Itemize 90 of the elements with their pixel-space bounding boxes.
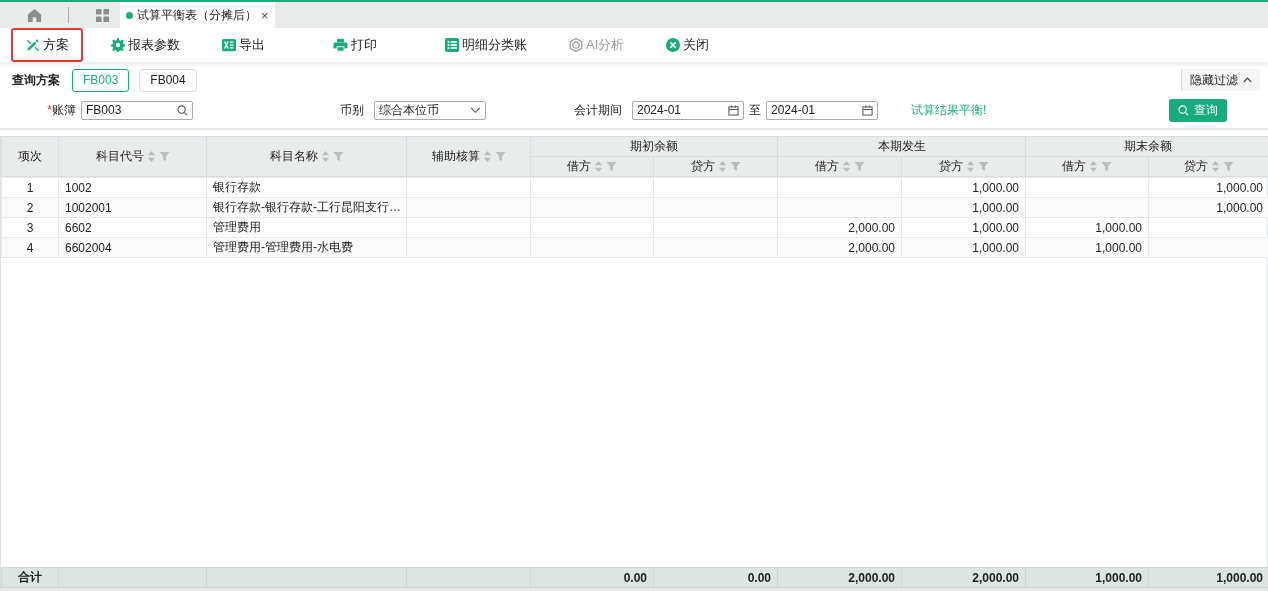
column-group-header: 期初余额 [530, 136, 778, 157]
chevron-down-icon [470, 106, 481, 114]
filter-icon[interactable] [606, 161, 617, 172]
table-cell: 1,000.00 [972, 200, 1019, 215]
search-icon [177, 104, 188, 116]
column-header[interactable]: 科目代号 [58, 136, 207, 177]
total-cell: 2,000.00 [848, 570, 895, 585]
table-cell: 2 [26, 200, 34, 215]
spreadsheet-icon [222, 38, 236, 52]
search-icon [1178, 104, 1189, 116]
hide-filter-button[interactable]: 隐藏过滤 [1181, 69, 1260, 91]
total-cell: 1,000.00 [1095, 570, 1142, 585]
table-cell: 1002 [65, 180, 92, 195]
calendar-icon [728, 104, 739, 116]
close-icon[interactable]: × [261, 7, 269, 23]
toolbar-button[interactable]: 打印 [319, 28, 391, 62]
column-group-header: 期末余额 [1025, 136, 1268, 157]
close-icon [666, 38, 681, 52]
list-icon [445, 38, 459, 52]
scheme-label: 查询方案 [12, 71, 60, 89]
toolbar-button[interactable]: 报表参数 [97, 28, 194, 62]
filter-icon[interactable] [729, 161, 741, 172]
column-header[interactable]: 辅助核算 [406, 136, 531, 177]
range-separator: 至 [749, 101, 761, 119]
sort-icon[interactable] [482, 150, 492, 163]
ledger-field[interactable]: FB003 [81, 100, 193, 120]
status-dot [126, 11, 133, 19]
toolbar-button[interactable]: 导出 [208, 28, 279, 62]
filter-icon[interactable] [494, 151, 506, 162]
table-cell: 管理费用-管理费用-水电费 [213, 240, 353, 254]
balance-message: 试算结果平衡! [911, 101, 988, 119]
calendar-icon [862, 104, 873, 116]
sort-icon[interactable] [841, 160, 851, 173]
sort-icon[interactable] [1089, 160, 1098, 173]
grid-icon[interactable] [95, 7, 110, 23]
total-cell: 1,000.00 [1216, 570, 1263, 585]
column-group-header: 本期发生 [777, 136, 1026, 157]
table-cell: 1,000.00 [1095, 240, 1142, 255]
tab-title: 试算平衡表（分摊后） [137, 6, 257, 24]
table-cell: 1 [26, 180, 34, 195]
filter-icon[interactable] [977, 161, 989, 172]
filter-icon[interactable] [158, 151, 170, 162]
date-field[interactable]: 2024-01 [632, 100, 744, 120]
table-cell: 1,000.00 [972, 180, 1019, 195]
table-cell: 2,000.00 [848, 240, 895, 255]
sort-icon[interactable] [965, 160, 975, 173]
home-icon[interactable] [27, 7, 42, 23]
table-cell: 银行存款-银行存款-工行昆阳支行… [213, 200, 401, 214]
sort-icon[interactable] [1211, 160, 1220, 173]
total-cell: 2,000.00 [972, 570, 1019, 585]
table-cell: 3 [26, 220, 34, 235]
required-mark: * [47, 102, 52, 117]
filter-icon[interactable] [853, 161, 865, 172]
date-field[interactable]: 2024-01 [766, 100, 878, 120]
toolbar-button[interactable]: 关闭 [652, 28, 724, 62]
total-cell: 0.00 [623, 570, 647, 585]
sort-icon[interactable] [320, 150, 330, 163]
table-cell: 银行存款 [213, 180, 261, 194]
table-cell: 1,000.00 [1216, 180, 1263, 195]
column-header[interactable]: 项次 [1, 136, 59, 177]
filter-icon[interactable] [1101, 161, 1112, 172]
chevron-up-icon [1243, 77, 1252, 83]
field-label: 币别 [339, 101, 364, 119]
field-label: 会计期间 [573, 101, 622, 119]
sort-icon[interactable] [146, 150, 156, 163]
toolbar-button[interactable]: 明细分类账 [431, 28, 541, 62]
pencil-icon [25, 38, 40, 52]
table-cell: 管理费用 [213, 220, 261, 234]
field-label: 账簿 [52, 102, 76, 117]
scheme-tab[interactable]: FB004 [139, 68, 197, 92]
toolbar-button[interactable]: 方案 [11, 28, 83, 62]
table-cell: 1002001 [65, 200, 112, 215]
table-cell: 6602 [65, 220, 92, 235]
filter-icon[interactable] [332, 151, 344, 162]
table-cell: 4 [26, 240, 34, 255]
sort-icon[interactable] [717, 160, 727, 173]
settings-icon [111, 38, 125, 52]
table-cell: 1,000.00 [972, 240, 1019, 255]
table-cell: 1,000.00 [1095, 220, 1142, 235]
total-cell: 0.00 [747, 570, 771, 585]
printer-icon [333, 38, 348, 52]
sort-icon[interactable] [594, 160, 603, 173]
table-cell: 2,000.00 [848, 220, 895, 235]
table-cell: 6602004 [65, 240, 112, 255]
table-cell: 1,000.00 [972, 220, 1019, 235]
column-header[interactable]: 科目名称 [206, 136, 407, 177]
total-cell: 合计 [18, 570, 42, 584]
table-cell: 1,000.00 [1216, 200, 1263, 215]
filter-icon[interactable] [1223, 161, 1234, 172]
currency-dropdown[interactable]: 综合本位币 [374, 100, 486, 120]
